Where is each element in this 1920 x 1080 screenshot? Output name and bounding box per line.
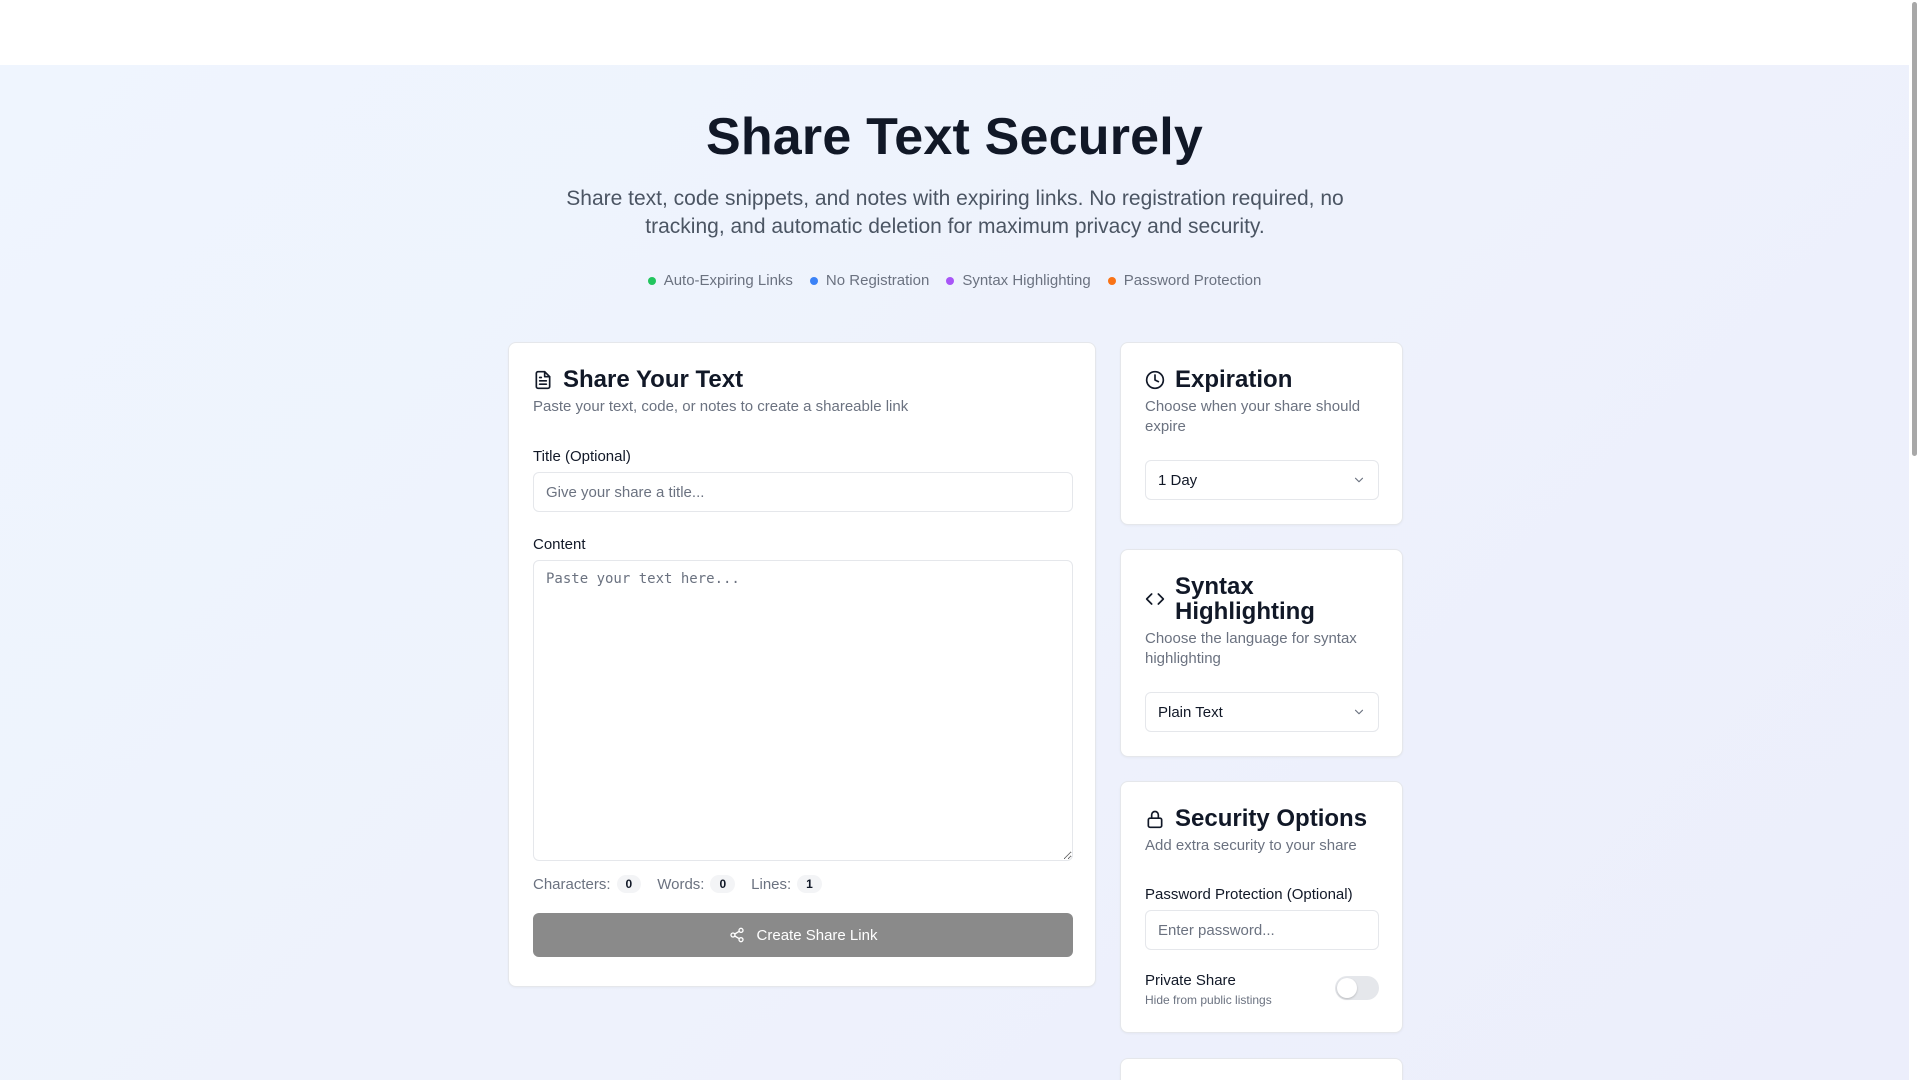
characters-label: Characters: xyxy=(533,875,611,893)
expiration-card-subtitle: Choose when your share should expire xyxy=(1145,398,1361,435)
title-field-label: Title (Optional) xyxy=(533,448,631,465)
feature-label: Syntax Highlighting xyxy=(962,272,1091,289)
words-count-badge: 0 xyxy=(710,875,736,893)
scrollbar-thumb[interactable] xyxy=(1912,2,1917,456)
chevron-down-icon xyxy=(1352,473,1366,487)
characters-stat: Characters: 0 xyxy=(533,875,642,893)
private-share-toggle[interactable] xyxy=(1335,976,1379,1000)
feature-label: Auto-Expiring Links xyxy=(663,272,793,289)
feature-password-protection: Password Protection xyxy=(1107,272,1262,289)
content-stats: Characters: 0 Words: 0 Lines: 1 xyxy=(533,875,822,893)
feature-dot-icon xyxy=(809,276,818,285)
feature-dot-icon xyxy=(647,276,656,285)
toggle-knob xyxy=(1337,978,1357,998)
syntax-card-title: Syntax Highlighting xyxy=(1175,573,1315,625)
security-options-card: Security Options Add extra security to y… xyxy=(1120,781,1403,1033)
private-share-row: Private Share Hide from public listings xyxy=(1145,972,1379,1012)
password-field-label: Password Protection (Optional) xyxy=(1145,886,1353,903)
share-icon xyxy=(729,927,745,943)
feature-list: Auto-Expiring Links No Registration Synt… xyxy=(0,272,1909,289)
additional-options-card xyxy=(1120,1058,1403,1080)
main-content: Share Text Securely Share text, code sni… xyxy=(0,65,1909,1080)
create-share-link-label: Create Share Link xyxy=(756,926,878,944)
feature-dot-icon xyxy=(1107,276,1116,285)
title-input[interactable] xyxy=(533,472,1073,512)
lines-label: Lines: xyxy=(751,875,792,893)
words-stat: Words: 0 xyxy=(657,875,736,893)
create-share-link-button[interactable]: Create Share Link xyxy=(533,913,1073,957)
code-icon xyxy=(1145,589,1165,609)
share-card-title: Share Your Text xyxy=(563,366,744,393)
feature-dot-icon xyxy=(946,276,955,285)
language-selected-value: Plain Text xyxy=(1158,703,1223,721)
language-select[interactable]: Plain Text xyxy=(1145,692,1379,732)
share-text-card: Share Your Text Paste your text, code, o… xyxy=(508,342,1096,987)
feature-label: No Registration xyxy=(825,272,930,289)
syntax-card-subtitle: Choose the language for syntax highlight… xyxy=(1145,630,1357,667)
password-input[interactable] xyxy=(1145,910,1379,950)
security-card-title: Security Options xyxy=(1175,805,1368,832)
expiration-selected-value: 1 Day xyxy=(1158,471,1198,489)
expiration-card-title: Expiration xyxy=(1175,366,1293,393)
expiration-card: Expiration Choose when your share should… xyxy=(1120,342,1403,525)
words-label: Words: xyxy=(657,875,705,893)
top-navigation-bar xyxy=(0,0,1909,65)
security-card-subtitle: Add extra security to your share xyxy=(1145,837,1357,854)
clock-icon xyxy=(1145,370,1165,390)
characters-count-badge: 0 xyxy=(616,875,642,893)
lines-count-badge: 1 xyxy=(797,875,822,893)
syntax-highlighting-card: Syntax Highlighting Choose the language … xyxy=(1120,549,1403,757)
feature-label: Password Protection xyxy=(1123,272,1262,289)
chevron-down-icon xyxy=(1352,705,1366,719)
feature-no-registration: No Registration xyxy=(809,272,930,289)
expiration-select[interactable]: 1 Day xyxy=(1145,460,1379,500)
content-field-label: Content xyxy=(533,536,586,553)
feature-syntax-highlighting: Syntax Highlighting xyxy=(946,272,1091,289)
page-description: Share text, code snippets, and notes wit… xyxy=(566,187,1344,238)
lock-icon xyxy=(1145,809,1165,829)
page-scrollbar[interactable] xyxy=(1909,0,1920,1080)
lines-stat: Lines: 1 xyxy=(751,875,822,893)
content-textarea[interactable] xyxy=(533,560,1073,861)
share-card-subtitle: Paste your text, code, or notes to creat… xyxy=(533,398,909,415)
feature-auto-expiring: Auto-Expiring Links xyxy=(647,272,793,289)
document-icon xyxy=(533,370,553,390)
page-title: Share Text Securely xyxy=(705,108,1204,166)
